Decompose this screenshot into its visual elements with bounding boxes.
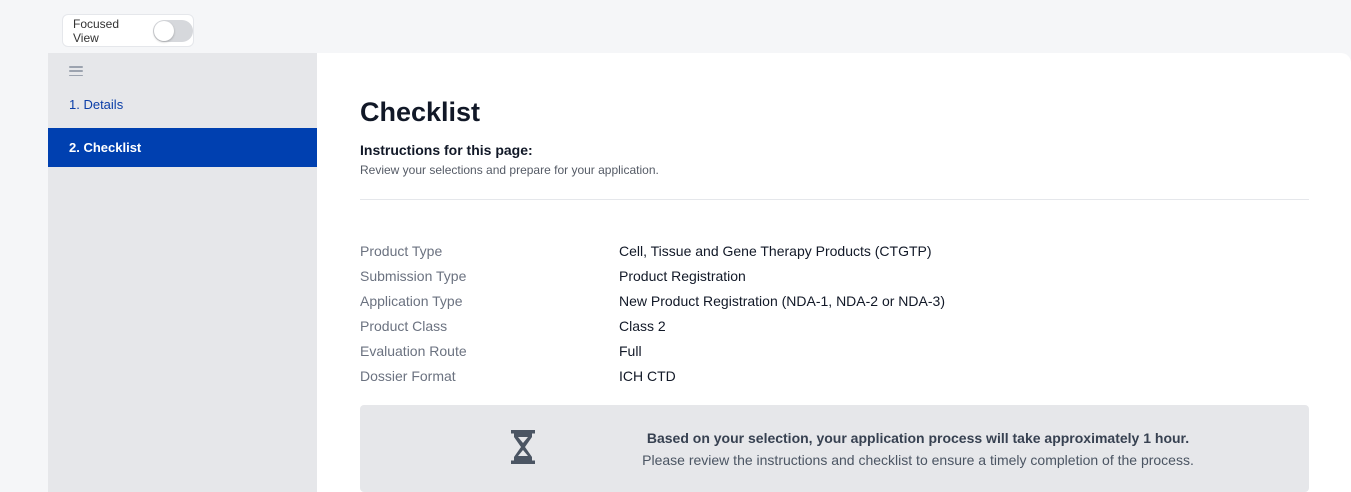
instructions-text: Review your selections and prepare for y… [360, 163, 659, 177]
top-bar: Focused View [0, 0, 1351, 52]
summary-label: Evaluation Route [360, 342, 467, 359]
notice-headline: Based on your selection, your applicatio… [646, 430, 1190, 446]
sidebar: 1. Details 2. Checklist [48, 53, 317, 492]
summary-label: Product Type [360, 242, 443, 259]
page-title: Checklist [360, 97, 481, 127]
summary-value: New Product Registration (NDA-1, NDA-2 o… [619, 292, 945, 309]
summary-label: Product Class [360, 317, 448, 334]
time-estimate-notice: Based on your selection, your applicatio… [360, 405, 1309, 492]
summary-label: Dossier Format [360, 367, 456, 384]
summary-row-product-class: Product Class Class 2 [360, 313, 1260, 338]
divider [360, 199, 1309, 200]
summary-label: Submission Type [360, 267, 467, 284]
summary-row-product-type: Product Type Cell, Tissue and Gene Thera… [360, 238, 1260, 263]
switch-knob [154, 20, 175, 41]
summary-row-evaluation-route: Evaluation Route Full [360, 338, 1260, 363]
summary-row-dossier-format: Dossier Format ICH CTD [360, 363, 1260, 388]
hamburger-menu-icon[interactable] [69, 66, 83, 76]
sidebar-item-checklist[interactable]: 2. Checklist [48, 128, 317, 167]
focused-view-toggle[interactable]: Focused View [62, 14, 194, 47]
focused-view-label: Focused View [73, 16, 120, 45]
summary-value: Class 2 [619, 317, 666, 334]
summary-value: Full [619, 342, 642, 359]
sidebar-item-details[interactable]: 1. Details [48, 85, 317, 124]
summary-value: ICH CTD [619, 367, 676, 384]
summary-value: Product Registration [619, 267, 746, 284]
main-content: Checklist Instructions for this page: Re… [317, 53, 1351, 492]
focused-view-switch[interactable] [153, 19, 193, 42]
hourglass-icon [511, 430, 535, 464]
summary-label: Application Type [360, 292, 463, 309]
notice-detail: Please review the instructions and check… [642, 452, 1194, 468]
summary-row-submission-type: Submission Type Product Registration [360, 263, 1260, 288]
selection-summary: Product Type Cell, Tissue and Gene Thera… [360, 238, 1260, 388]
instructions-heading: Instructions for this page: [360, 142, 533, 158]
summary-row-application-type: Application Type New Product Registratio… [360, 288, 1260, 313]
summary-value: Cell, Tissue and Gene Therapy Products (… [619, 242, 932, 259]
